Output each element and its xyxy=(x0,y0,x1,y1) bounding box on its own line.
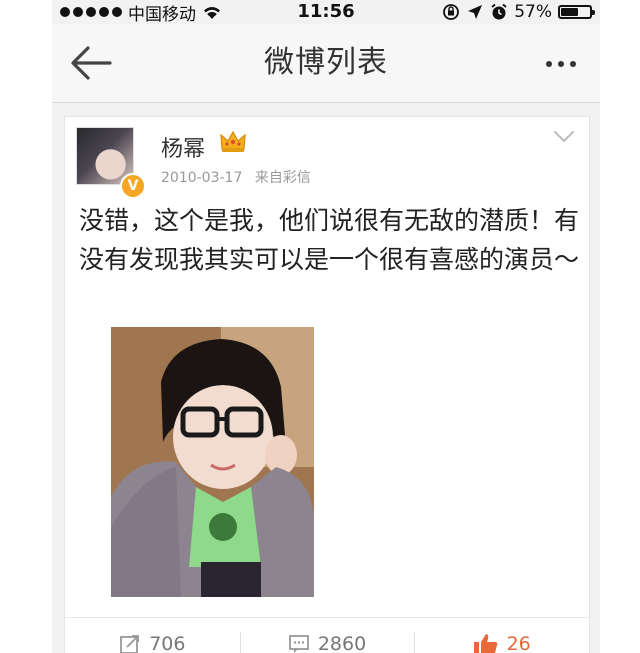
repost-count: 706 xyxy=(149,633,186,653)
post-photo[interactable] xyxy=(111,327,314,597)
more-options-button[interactable] xyxy=(536,52,586,76)
post-meta: 2010-03-17 来自彩信 xyxy=(161,167,311,187)
rotation-lock-icon xyxy=(443,4,460,20)
post-action-bar: 706 2860 26 xyxy=(65,617,589,653)
page-title: 微博列表 xyxy=(264,45,388,80)
comment-count: 2860 xyxy=(317,633,367,653)
alarm-clock-icon xyxy=(491,3,507,20)
comment-icon xyxy=(288,635,309,653)
crown-icon xyxy=(220,130,246,152)
post-source: 来自彩信 xyxy=(254,170,311,186)
weibo-post-card[interactable]: V 杨幂 2010-03-17 来自彩信 没错，这个是我，他们说很有无敌的潜质！… xyxy=(64,116,590,653)
status-bar: 中国移动 11:56 57% xyxy=(52,0,600,25)
battery-percent: 57% xyxy=(514,2,552,22)
verified-badge-icon: V xyxy=(120,173,146,199)
status-right: 57% xyxy=(442,0,595,24)
battery-level-fill xyxy=(561,8,579,16)
more-dots-icon xyxy=(546,61,552,67)
battery-icon xyxy=(558,5,595,19)
post-menu-button[interactable] xyxy=(553,129,575,145)
username[interactable]: 杨幂 xyxy=(161,131,205,163)
navigation-bar: 微博列表 xyxy=(52,24,600,103)
photo-image xyxy=(111,327,314,597)
like-count: 26 xyxy=(506,633,531,653)
post-date: 2010-03-17 xyxy=(161,170,243,186)
thumbs-up-icon xyxy=(473,634,497,653)
repost-icon xyxy=(120,635,140,653)
phone-screen: 中国移动 11:56 57% 微博列表 V 杨幂 2010-03-17 来自彩信… xyxy=(52,0,600,653)
location-arrow-icon xyxy=(468,5,483,19)
comment-button[interactable]: 2860 xyxy=(239,618,415,653)
avatar-container[interactable]: V xyxy=(76,127,146,199)
post-text: 没错，这个是我，他们说很有无敌的潜质！有没有发现我其实可以是一个很有喜感的演员～ xyxy=(79,206,580,274)
like-button[interactable]: 26 xyxy=(414,618,589,653)
chevron-down-icon xyxy=(554,131,574,143)
repost-button[interactable]: 706 xyxy=(65,618,240,653)
